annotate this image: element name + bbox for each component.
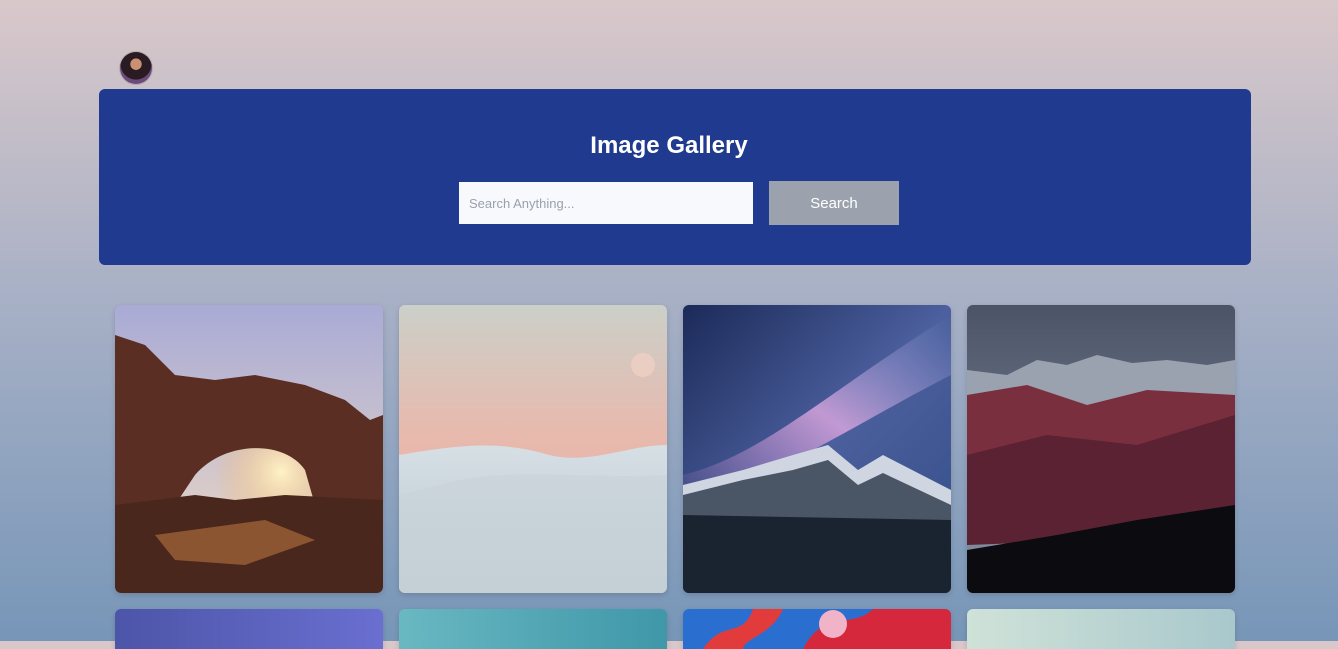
search-input[interactable] — [459, 182, 753, 224]
desert-arch-image — [115, 305, 383, 593]
purple-gradient-image — [115, 609, 383, 649]
pale-beach-image — [967, 609, 1235, 649]
milky-way-mountain-image — [683, 305, 951, 593]
teal-sky-image — [399, 609, 667, 649]
user-avatar[interactable] — [120, 52, 152, 84]
gallery-card-red-mountains[interactable] — [967, 305, 1235, 593]
gallery-header — [99, 89, 1251, 265]
gallery-card-desert-arch[interactable] — [115, 305, 383, 593]
search-button[interactable]: Search — [769, 181, 899, 225]
gallery-card-pastel-dunes[interactable] — [399, 305, 667, 593]
gallery-card-beach[interactable] — [967, 609, 1235, 649]
gallery-card-milky-way[interactable] — [683, 305, 951, 593]
pastel-dunes-image — [399, 305, 667, 593]
gallery-card-ink[interactable] — [683, 609, 951, 649]
page-title: Image Gallery — [590, 132, 748, 159]
colorful-ink-image — [683, 609, 951, 649]
red-mountain-range-image — [967, 305, 1235, 593]
gallery-card-purple[interactable] — [115, 609, 383, 649]
gallery-card-teal[interactable] — [399, 609, 667, 649]
